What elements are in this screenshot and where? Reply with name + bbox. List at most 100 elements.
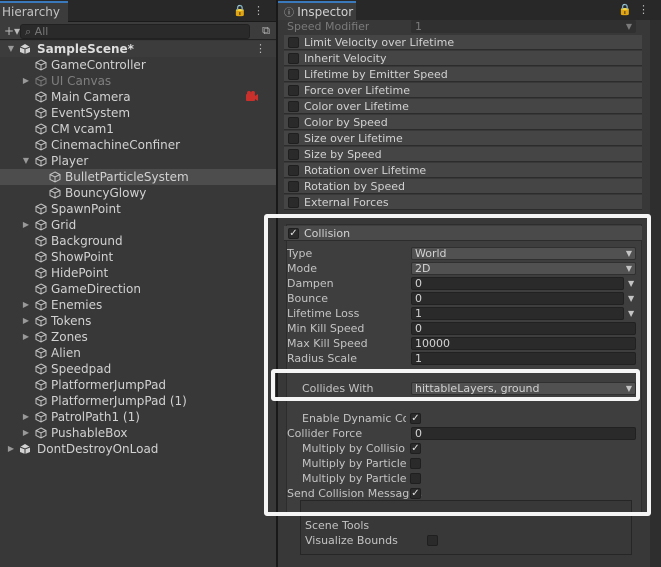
module-row[interactable]: Inherit Velocity [284, 51, 642, 66]
tree-row[interactable]: ▶ UI Canvas [0, 73, 276, 89]
tree-row[interactable]: GameDirection [0, 281, 276, 297]
lifetime-loss-field[interactable]: 1 [411, 307, 624, 320]
collapsed-arrow-icon[interactable]: ▶ [21, 409, 31, 425]
tree-row-scene[interactable]: ▶ DontDestroyOnLoad [0, 441, 276, 457]
tree-row[interactable]: ▶ PushableBox [0, 425, 276, 441]
collision-module-header[interactable]: ✓ Collision [284, 226, 642, 241]
hierarchy-search-input[interactable]: ⌕ All [20, 24, 250, 39]
tree-label: UI Canvas [51, 74, 112, 88]
module-row[interactable]: Size by Speed [284, 147, 642, 162]
max-kill-speed-label: Max Kill Speed [287, 337, 368, 350]
collapsed-arrow-icon[interactable]: ▶ [21, 425, 31, 441]
bounce-field[interactable]: 0 [411, 292, 624, 305]
tree-row[interactable]: Main Camera [0, 89, 276, 105]
module-row[interactable]: Color by Speed [284, 115, 642, 130]
mode-dropdown[interactable]: 2D ▼ [411, 262, 636, 275]
module-checkbox[interactable] [288, 149, 299, 160]
send-collision-messages-checkbox[interactable]: ✓ [410, 488, 421, 499]
inspector-lock-menu-icons[interactable]: 🔒⋮ [618, 3, 655, 16]
max-kill-speed-field[interactable]: 10000 [411, 337, 636, 350]
tree-row[interactable]: PlatformerJumpPad (1) [0, 393, 276, 409]
search-options-icon[interactable]: ⧉ [262, 24, 270, 38]
module-checkbox[interactable] [288, 133, 299, 144]
tree-label: EventSystem [51, 106, 131, 120]
module-row[interactable]: Rotation over Lifetime [284, 163, 642, 178]
module-checkbox[interactable] [288, 181, 299, 192]
tree-row[interactable]: Background [0, 233, 276, 249]
scene-menu-icon[interactable]: ⋮ [255, 41, 266, 57]
module-row[interactable]: Color over Lifetime [284, 99, 642, 114]
curve-mode-arrow-icon[interactable]: ▼ [628, 294, 634, 303]
multiply-collision-angle-checkbox[interactable]: ✓ [410, 443, 421, 454]
tree-label: HidePoint [51, 266, 109, 280]
min-kill-speed-field[interactable]: 0 [411, 322, 636, 335]
tree-row[interactable]: CinemachineConfiner [0, 137, 276, 153]
module-checkbox[interactable] [288, 37, 299, 48]
module-row[interactable]: Lifetime by Emitter Speed [284, 67, 642, 82]
multiply-particle-size-checkbox[interactable] [410, 473, 421, 484]
record-camera-icon [246, 91, 258, 101]
type-dropdown[interactable]: World ▼ [411, 247, 636, 260]
inspector-tab[interactable]: ⓘ Inspector [278, 1, 356, 20]
gameobject-cube-icon [35, 123, 47, 135]
tree-row[interactable]: ShowPoint [0, 249, 276, 265]
module-row[interactable]: Rotation by Speed [284, 179, 642, 194]
tree-row[interactable]: ▶ Zones [0, 329, 276, 345]
inspector-scrollbar[interactable] [650, 20, 661, 567]
tree-row[interactable]: BouncyGlowy [0, 185, 276, 201]
gameobject-cube-icon [35, 75, 47, 87]
tree-row-selected[interactable]: BulletParticleSystem [0, 169, 276, 185]
collapsed-arrow-icon[interactable]: ▶ [21, 329, 31, 345]
enable-dynamic-colliders-checkbox[interactable]: ✓ [410, 413, 421, 424]
multiply-particle-speed-checkbox[interactable] [410, 458, 421, 469]
radius-scale-field[interactable]: 1 [411, 352, 636, 365]
tree-row[interactable]: HidePoint [0, 265, 276, 281]
collides-with-dropdown[interactable]: hittableLayers, ground ▼ [411, 382, 636, 395]
collision-enabled-checkbox[interactable]: ✓ [288, 228, 299, 239]
module-checkbox[interactable] [288, 85, 299, 96]
curve-mode-arrow-icon[interactable]: ▼ [628, 279, 634, 288]
visualize-bounds-checkbox[interactable] [427, 535, 438, 546]
tree-row[interactable]: CM vcam1 [0, 121, 276, 137]
tree-row[interactable]: Speedpad [0, 361, 276, 377]
module-checkbox[interactable] [288, 101, 299, 112]
tree-row[interactable]: SpawnPoint [0, 201, 276, 217]
dampen-field[interactable]: 0 [411, 277, 624, 290]
tree-row[interactable]: ▶ Grid [0, 217, 276, 233]
hierarchy-lock-menu-icons[interactable]: 🔒⋮ [233, 4, 270, 17]
module-row[interactable]: Force over Lifetime [284, 83, 642, 98]
collapsed-arrow-icon[interactable]: ▶ [21, 73, 31, 89]
tree-row[interactable]: ▶ Tokens [0, 313, 276, 329]
gameobject-cube-icon [35, 155, 47, 167]
add-plus-icon[interactable]: +▾ [4, 24, 20, 38]
module-checkbox[interactable] [288, 69, 299, 80]
tree-row[interactable]: ▶ Enemies [0, 297, 276, 313]
speed-modifier-field[interactable]: 1 ▼ [411, 20, 636, 33]
tree-row[interactable]: GameController [0, 57, 276, 73]
module-row[interactable]: External Forces [284, 195, 642, 210]
expand-arrow-icon[interactable]: ▼ [6, 41, 16, 57]
collapsed-arrow-icon[interactable]: ▶ [21, 217, 31, 233]
tree-row[interactable]: Alien [0, 345, 276, 361]
module-checkbox[interactable] [288, 53, 299, 64]
tree-label: SpawnPoint [51, 202, 121, 216]
curve-mode-arrow-icon[interactable]: ▼ [628, 309, 634, 318]
tree-row[interactable]: EventSystem [0, 105, 276, 121]
module-checkbox[interactable] [288, 165, 299, 176]
tree-row-scene[interactable]: ▼ SampleScene* ⋮ [0, 41, 276, 57]
module-checkbox[interactable] [288, 117, 299, 128]
collapsed-arrow-icon[interactable]: ▶ [6, 441, 16, 457]
module-checkbox[interactable] [288, 197, 299, 208]
dampen-label: Dampen [287, 277, 334, 290]
collapsed-arrow-icon[interactable]: ▶ [21, 297, 31, 313]
tree-row[interactable]: PlatformerJumpPad [0, 377, 276, 393]
module-row[interactable]: Limit Velocity over Lifetime [284, 35, 642, 50]
tree-row[interactable]: ▶ PatrolPath1 (1) [0, 409, 276, 425]
expand-arrow-icon[interactable]: ▼ [21, 153, 31, 169]
hierarchy-tab[interactable]: Hierarchy [0, 1, 68, 22]
collapsed-arrow-icon[interactable]: ▶ [21, 313, 31, 329]
inspector-content: Speed Modifier 1 ▼ Limit Velocity over Li… [280, 20, 650, 567]
collider-force-field[interactable]: 0 [411, 427, 636, 440]
module-row[interactable]: Size over Lifetime [284, 131, 642, 146]
tree-row[interactable]: ▼ Player [0, 153, 276, 169]
